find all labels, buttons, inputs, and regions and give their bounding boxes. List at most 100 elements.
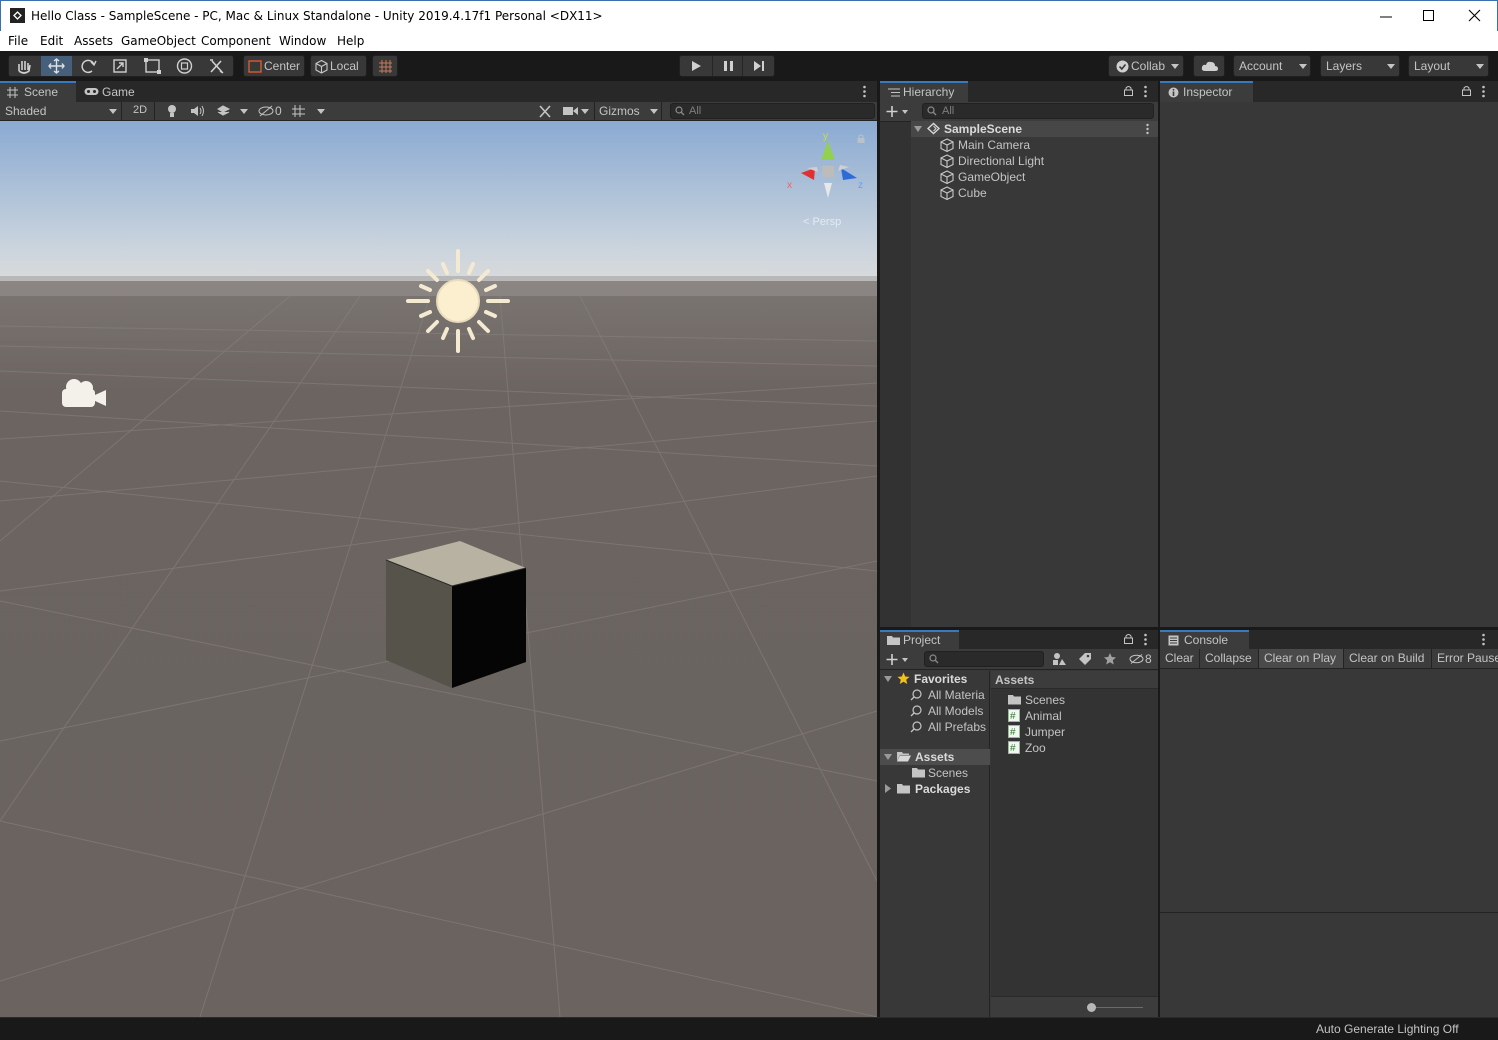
effects-dropdown-icon[interactable] — [240, 109, 248, 114]
rect-tool-button[interactable] — [137, 56, 168, 76]
scene-viewport[interactable]: y x z < Persp — [0, 121, 877, 1017]
audio-toggle-icon[interactable] — [190, 105, 205, 117]
orientation-gizmo[interactable]: y x z < Persp — [785, 128, 865, 238]
asset-item[interactable]: # Jumper — [1008, 724, 1148, 740]
hierarchy-item[interactable]: GameObject — [940, 169, 1150, 185]
shading-mode-dropdown[interactable]: Shaded — [0, 102, 122, 120]
console-clear-on-build-button[interactable]: Clear on Build — [1344, 649, 1432, 668]
close-icon[interactable] — [1468, 9, 1482, 23]
scene-header-row[interactable]: SampleScene — [911, 121, 1158, 137]
project-search-input[interactable] — [924, 651, 1044, 667]
folder-tree-item[interactable]: Scenes — [912, 765, 988, 781]
collapse-arrow-icon[interactable] — [885, 784, 891, 793]
collab-button[interactable]: Collab — [1108, 55, 1184, 77]
gizmos-dropdown[interactable]: Gizmos — [594, 102, 662, 120]
favorites-item[interactable]: All Prefabs — [910, 719, 988, 735]
tab-inspector[interactable]: Inspector — [1160, 81, 1253, 102]
layout-dropdown[interactable]: Layout — [1408, 55, 1489, 77]
expand-arrow-icon[interactable] — [884, 676, 892, 682]
more-options-icon[interactable] — [1481, 633, 1486, 646]
lock-icon[interactable] — [857, 134, 865, 143]
directional-light-icon[interactable] — [405, 248, 511, 354]
camera-gizmo-icon[interactable] — [60, 377, 108, 411]
console-error-pause-button[interactable]: Error Pause — [1432, 649, 1498, 668]
minimize-icon[interactable] — [1379, 10, 1393, 24]
lock-icon[interactable] — [1124, 633, 1133, 644]
effects-toggle-icon[interactable] — [216, 105, 231, 117]
lock-icon[interactable] — [1124, 85, 1133, 96]
favorites-item[interactable]: All Materia — [910, 687, 988, 703]
favorite-star-icon[interactable] — [1103, 652, 1117, 666]
hierarchy-item[interactable]: Cube — [940, 185, 1150, 201]
transform-tool-button[interactable] — [169, 56, 200, 76]
packages-folder-item[interactable]: Packages — [884, 781, 988, 797]
hidden-packages-icon[interactable] — [1129, 654, 1144, 664]
cloud-button[interactable] — [1193, 55, 1225, 77]
create-add-icon[interactable] — [886, 653, 910, 666]
favorites-header[interactable]: Favorites — [884, 671, 988, 687]
menu-window[interactable]: Window — [279, 34, 326, 48]
menu-component[interactable]: Component — [201, 34, 271, 48]
more-options-icon[interactable] — [1481, 85, 1486, 98]
hierarchy-item[interactable]: Directional Light — [940, 153, 1150, 169]
pause-button[interactable] — [712, 56, 743, 76]
hidden-objects-icon[interactable] — [258, 105, 275, 117]
menu-assets[interactable]: Assets — [74, 34, 113, 48]
layers-dropdown[interactable]: Layers — [1320, 55, 1400, 77]
asset-item[interactable]: # Zoo — [1008, 740, 1148, 756]
lighting-toggle-icon[interactable] — [166, 104, 178, 118]
hierarchy-search-input[interactable]: All — [922, 103, 1154, 119]
step-button[interactable] — [744, 56, 774, 76]
grid-dropdown-icon[interactable] — [317, 109, 325, 114]
tab-game[interactable]: Game — [78, 83, 138, 102]
hand-tool-button[interactable] — [9, 56, 40, 76]
scene-search-input[interactable]: All — [670, 103, 875, 119]
scene-options-icon[interactable] — [1145, 123, 1150, 136]
tab-project[interactable]: Project — [880, 630, 959, 649]
camera-dropdown-icon[interactable] — [581, 109, 589, 114]
console-clear-button[interactable]: Clear — [1160, 649, 1200, 668]
console-clear-on-play-button[interactable]: Clear on Play — [1259, 649, 1344, 668]
packages-folder-label: Packages — [915, 782, 971, 796]
menu-edit[interactable]: Edit — [40, 34, 63, 48]
custom-tool-button[interactable] — [201, 56, 233, 76]
tab-console[interactable]: Console — [1160, 630, 1249, 649]
label-tag-icon[interactable] — [1078, 652, 1092, 666]
more-options-icon[interactable] — [1143, 633, 1148, 646]
search-by-type-icon[interactable] — [1052, 652, 1066, 666]
menu-help[interactable]: Help — [337, 34, 364, 48]
2d-toggle[interactable]: 2D — [127, 102, 155, 120]
move-tool-button[interactable] — [41, 56, 72, 76]
tab-hierarchy[interactable]: Hierarchy — [880, 81, 968, 102]
asset-item[interactable]: Scenes — [1008, 692, 1148, 708]
expand-arrow-icon[interactable] — [884, 754, 892, 760]
maximize-icon[interactable] — [1422, 9, 1436, 23]
more-options-icon[interactable] — [1143, 85, 1148, 98]
pivot-space-button[interactable]: Local — [310, 55, 367, 77]
breadcrumb-assets[interactable]: Assets — [995, 673, 1034, 687]
create-add-icon[interactable] — [886, 105, 910, 118]
scale-tool-button[interactable] — [105, 56, 136, 76]
asset-item[interactable]: # Animal — [1008, 708, 1148, 724]
grid-snap-button[interactable] — [372, 55, 398, 77]
persp-label[interactable]: < Persp — [803, 216, 841, 228]
account-dropdown[interactable]: Account — [1233, 55, 1311, 77]
favorites-item[interactable]: All Models — [910, 703, 988, 719]
hierarchy-item[interactable]: Main Camera — [940, 137, 1150, 153]
assets-folder-item[interactable]: Assets — [880, 749, 990, 765]
tab-scene[interactable]: Scene — [0, 81, 76, 102]
more-options-icon[interactable] — [862, 85, 867, 98]
menu-file[interactable]: File — [8, 34, 28, 48]
cube-object[interactable] — [380, 536, 532, 694]
tools-icon[interactable] — [538, 104, 552, 118]
lock-icon[interactable] — [1462, 85, 1471, 96]
console-collapse-button[interactable]: Collapse — [1200, 649, 1259, 668]
grid-toggle-icon[interactable] — [291, 104, 306, 118]
menu-gameobject[interactable]: GameObject — [121, 34, 196, 48]
rotate-tool-button[interactable] — [73, 56, 104, 76]
pivot-center-button[interactable]: Center — [243, 55, 305, 77]
camera-settings-icon[interactable] — [563, 106, 579, 116]
icon-size-slider-thumb[interactable] — [1087, 1003, 1096, 1012]
play-button[interactable] — [680, 56, 711, 76]
expand-arrow-icon[interactable] — [914, 126, 922, 132]
